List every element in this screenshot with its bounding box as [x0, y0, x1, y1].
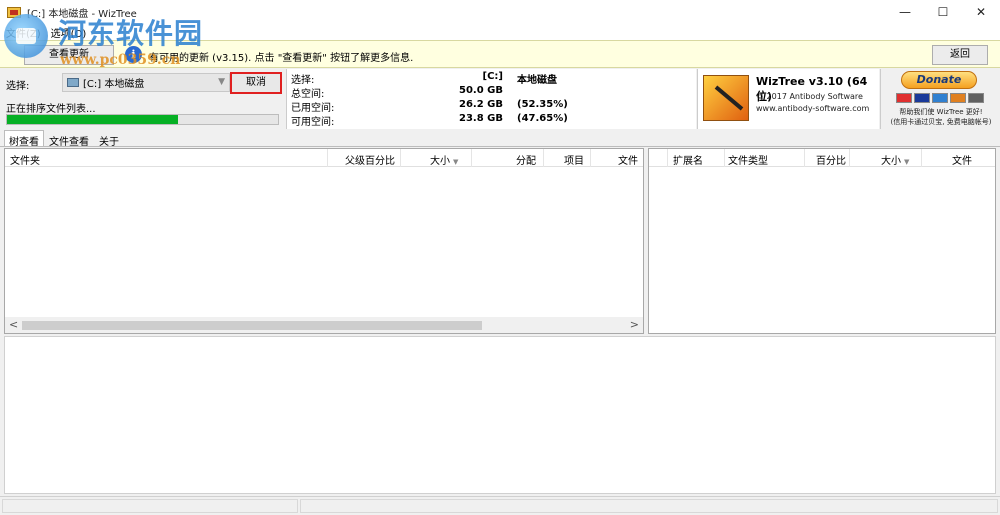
- stat-extra: (47.65%): [517, 113, 568, 124]
- update-message: 有可用的更新 (v3.15). 点击 "查看更新" 按钮了解更多信息.: [149, 53, 414, 64]
- column-divider: [921, 149, 922, 167]
- col-files[interactable]: 文件: [952, 152, 972, 167]
- check-update-button[interactable]: 查看更新: [24, 45, 114, 65]
- col-size[interactable]: 大小 ▼: [430, 152, 458, 167]
- column-divider: [724, 149, 725, 167]
- donate-help-text: 帮助我们使 WizTree 更好!: [899, 108, 983, 116]
- stat-label: 已用空间:: [291, 103, 335, 114]
- col-allocated[interactable]: 分配: [516, 152, 536, 167]
- drive-icon: [67, 78, 79, 87]
- treemap-area[interactable]: [4, 336, 996, 494]
- donate-payment-text: (信用卡通过贝宝, 免费电脑帐号): [890, 118, 992, 126]
- info-icon: i: [125, 46, 142, 63]
- drive-stats-panel: 选择: [C:] 本地磁盘 总空间: 50.0 GB 已用空间: 26.2 GB…: [286, 69, 696, 129]
- menu-bar: 文件(Z) 选项(O): [0, 24, 1000, 40]
- donate-panel: Donate 帮助我们使 WizTree 更好! (信用卡通过贝宝, 免费电脑帐…: [880, 69, 1000, 129]
- about-panel: WizTree v3.10 (64 位) © 2017 Antibody Sof…: [697, 69, 879, 129]
- col-extension[interactable]: 扩展名: [673, 152, 703, 167]
- stat-row-selected: 选择: [C:] 本地磁盘: [291, 71, 691, 86]
- stat-value: 23.8 GB: [459, 113, 503, 124]
- maximize-button[interactable]: ☐: [924, 0, 962, 24]
- scroll-right-icon[interactable]: >: [630, 318, 639, 331]
- close-button[interactable]: ✕: [962, 0, 1000, 24]
- column-divider: [590, 149, 591, 167]
- scan-progress-fill: [7, 115, 178, 124]
- status-bar: [0, 496, 1000, 515]
- column-divider: [804, 149, 805, 167]
- col-size[interactable]: 大小 ▼: [881, 152, 909, 167]
- bank-icon: [968, 93, 984, 103]
- stat-value: [C:]: [482, 71, 503, 82]
- window-controls: — ☐ ✕: [886, 0, 1000, 24]
- col-parent-percent[interactable]: 父级百分比: [345, 152, 395, 167]
- donate-button[interactable]: Donate: [901, 71, 977, 89]
- column-divider: [327, 149, 328, 167]
- column-divider: [849, 149, 850, 167]
- col-items[interactable]: 项目: [564, 152, 584, 167]
- amex-icon: [932, 93, 948, 103]
- stat-extra: (52.35%): [517, 99, 568, 110]
- drive-select-value: [C:] 本地磁盘: [83, 79, 145, 90]
- tab-file-view[interactable]: 文件查看: [44, 130, 94, 148]
- about-copyright: © 2017 Antibody Software: [756, 92, 863, 101]
- payment-cards: [896, 93, 986, 103]
- view-tabs: 树查看 文件查看 关于: [0, 130, 1000, 148]
- cancel-button[interactable]: 取消: [230, 72, 282, 94]
- scan-status-text: 正在排序文件列表...: [6, 104, 96, 115]
- stat-label: 总空间:: [291, 89, 325, 100]
- status-segment: [300, 499, 998, 513]
- stat-label: 可用空间:: [291, 117, 335, 128]
- col-percent[interactable]: 百分比: [816, 152, 846, 167]
- menu-file[interactable]: 文件(Z): [6, 25, 41, 40]
- visa-icon: [914, 93, 930, 103]
- col-files[interactable]: 文件: [618, 152, 638, 167]
- scan-panel: 选择: [C:] 本地磁盘 ▼ 取消 正在排序文件列表...: [0, 69, 286, 129]
- sort-descending-icon: ▼: [904, 158, 910, 166]
- drive-select[interactable]: [C:] 本地磁盘 ▼: [62, 73, 230, 92]
- column-divider: [667, 149, 668, 167]
- col-folder[interactable]: 文件夹: [10, 152, 40, 167]
- minimize-button[interactable]: —: [886, 0, 924, 24]
- stat-value: 50.0 GB: [459, 85, 503, 96]
- window-title: [C:] 本地磁盘 - WizTree: [27, 8, 137, 20]
- status-segment: [2, 499, 298, 513]
- stat-value: 26.2 GB: [459, 99, 503, 110]
- stat-label: 选择:: [291, 75, 315, 86]
- scan-progress-bar: [6, 114, 279, 125]
- column-divider: [543, 149, 544, 167]
- stat-row-total: 总空间: 50.0 GB: [291, 85, 691, 100]
- stat-row-free: 可用空间: 23.8 GB (47.65%): [291, 113, 691, 128]
- folder-tree-grid[interactable]: 文件夹 父级百分比 大小 ▼ 分配 项目 文件 < >: [4, 148, 644, 334]
- scroll-left-icon[interactable]: <: [9, 318, 18, 331]
- col-size-label: 大小: [881, 156, 901, 167]
- file-type-grid-header: 扩展名 文件类型 百分比 大小 ▼ 文件: [649, 149, 995, 167]
- horizontal-scrollbar[interactable]: < >: [5, 317, 643, 333]
- select-label: 选择:: [6, 81, 30, 92]
- wiztree-app-icon: [7, 6, 21, 18]
- menu-options[interactable]: 选项(O): [51, 25, 87, 40]
- stat-extra: 本地磁盘: [517, 75, 557, 86]
- file-type-grid[interactable]: 扩展名 文件类型 百分比 大小 ▼ 文件: [648, 148, 996, 334]
- update-notification-bar: 查看更新 i 有可用的更新 (v3.15). 点击 "查看更新" 按钮了解更多信…: [0, 40, 1000, 68]
- title-bar: [C:] 本地磁盘 - WizTree — ☐ ✕: [0, 0, 1000, 24]
- sort-descending-icon: ▼: [453, 158, 459, 166]
- col-file-type[interactable]: 文件类型: [728, 152, 768, 167]
- chevron-down-icon: ▼: [218, 77, 225, 87]
- tab-tree-view[interactable]: 树查看: [4, 130, 44, 148]
- magic-wand-icon: [703, 75, 749, 121]
- column-divider: [400, 149, 401, 167]
- folder-grid-header: 文件夹 父级百分比 大小 ▼ 分配 项目 文件: [5, 149, 643, 167]
- return-button[interactable]: 返回: [932, 45, 988, 65]
- mastercard-icon: [896, 93, 912, 103]
- scrollbar-thumb[interactable]: [22, 321, 482, 330]
- column-divider: [471, 149, 472, 167]
- stat-row-used: 已用空间: 26.2 GB (52.35%): [291, 99, 691, 114]
- discover-icon: [950, 93, 966, 103]
- about-website-link[interactable]: www.antibody-software.com: [756, 104, 869, 113]
- tab-about[interactable]: 关于: [94, 130, 124, 148]
- col-size-label: 大小: [430, 156, 450, 167]
